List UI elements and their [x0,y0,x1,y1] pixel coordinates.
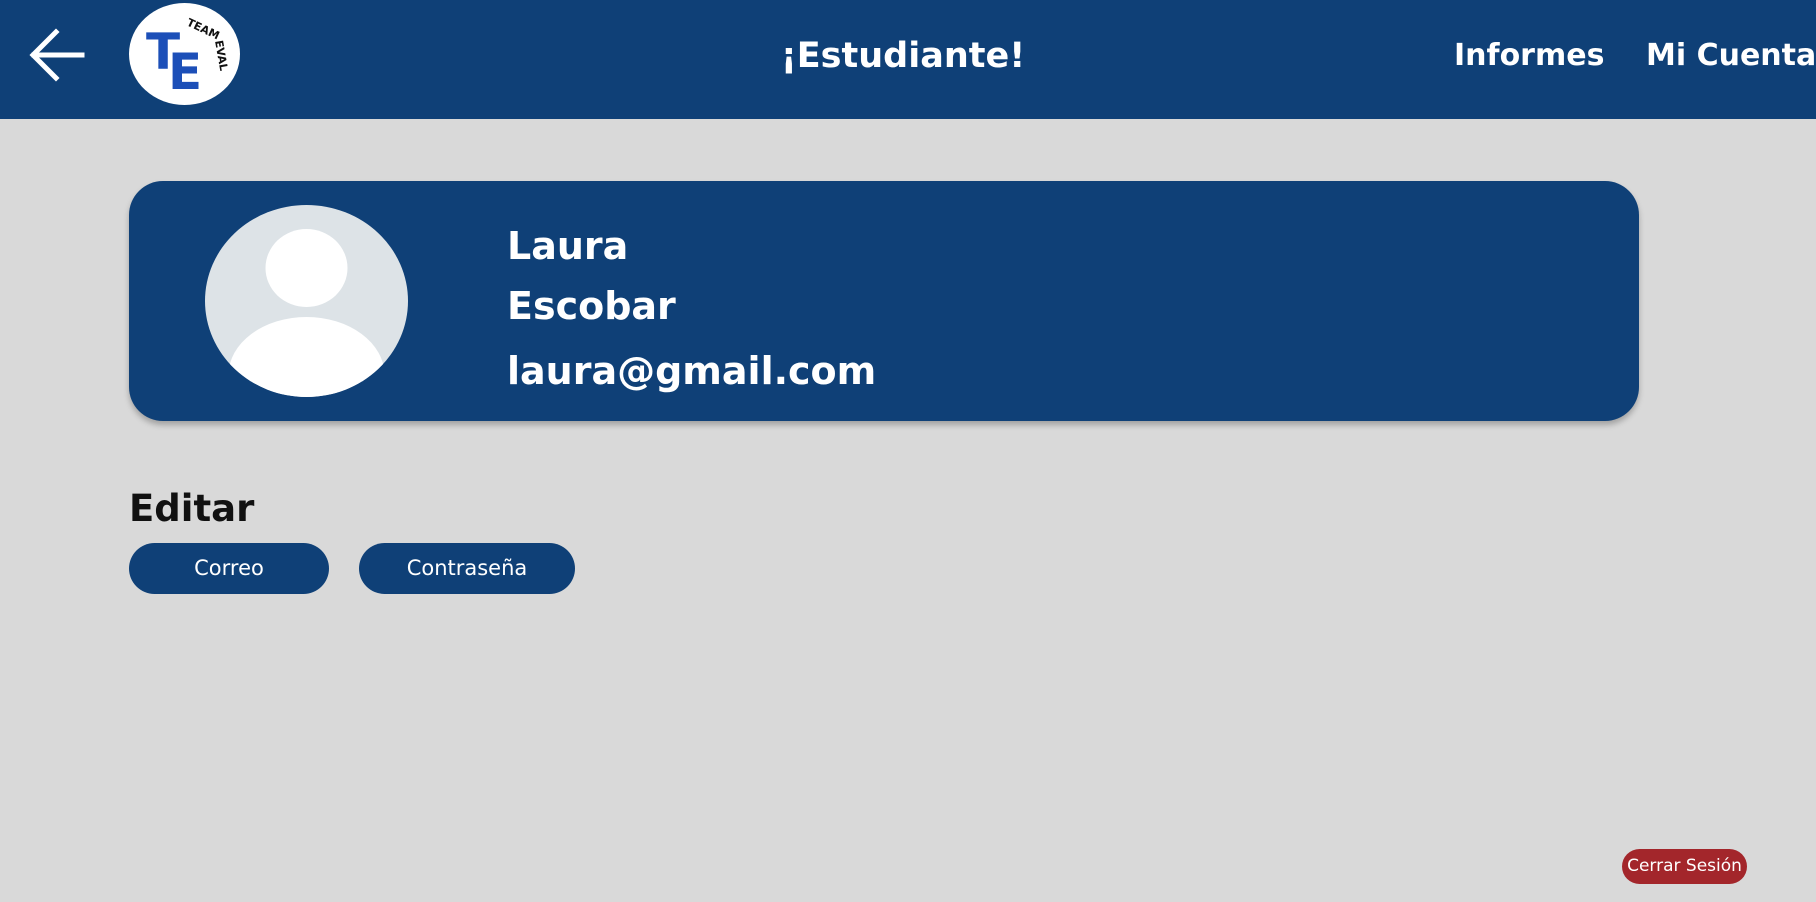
profile-first-name: Laura [507,224,629,268]
edit-password-button[interactable]: Contraseña [359,543,575,594]
profile-card: Laura Escobar laura@gmail.com [129,181,1639,421]
avatar [205,205,408,397]
app-logo[interactable]: T E TEAM EVAL [129,3,240,105]
nav-mi-cuenta[interactable]: Mi Cuenta [1646,32,1816,80]
edit-email-button[interactable]: Correo [129,543,329,594]
logout-button[interactable]: Cerrar Sesión [1622,849,1747,884]
user-avatar-icon [228,229,385,397]
page-title: ¡Estudiante! [780,36,1026,76]
nav-informes[interactable]: Informes [1454,32,1604,80]
back-button[interactable] [28,28,86,82]
svg-text:EVAL: EVAL [212,39,230,72]
team-eval-logo-mark: T E TEAM EVAL [146,16,230,101]
profile-email: laura@gmail.com [507,349,877,393]
edit-heading: Editar [129,487,255,530]
profile-last-name: Escobar [507,284,676,328]
arrow-left-icon [29,28,85,82]
logo-letter-e: E [168,43,202,101]
top-navbar: T E TEAM EVAL ¡Estudiante! Informes Mi C… [0,0,1816,119]
svg-text:TEAM: TEAM [185,16,222,42]
